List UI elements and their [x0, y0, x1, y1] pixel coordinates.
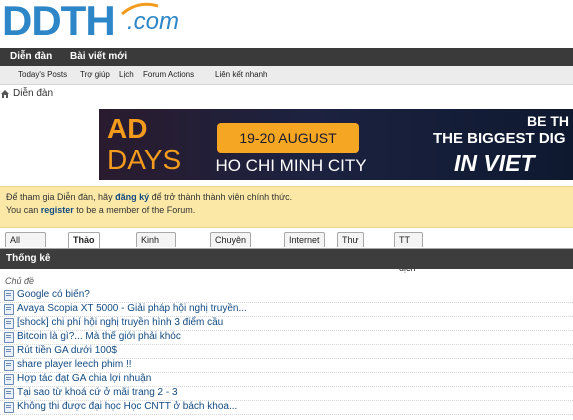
banner-line2: THE BIGGEST DIG — [433, 130, 566, 147]
thread-title[interactable]: Rút tiền GA dưới 100$ — [17, 344, 117, 358]
thread-title[interactable]: Tại sao từ khoá cứ ở mãi trang 2 - 3 — [17, 386, 178, 400]
subnav-todays-posts[interactable]: Today's Posts — [18, 66, 67, 84]
list-item[interactable]: Hợp tác đạt GA chia lợi nhuận — [0, 372, 573, 387]
list-item[interactable]: Avaya Scopia XT 5000 - Giải pháp hội ngh… — [0, 302, 573, 317]
notice-text: You can — [6, 205, 41, 215]
banner-line3: IN VIET — [454, 150, 535, 176]
thread-icon — [4, 402, 14, 413]
thread-title[interactable]: Hợp tác đạt GA chia lợi nhuận — [17, 372, 151, 386]
site-logo[interactable]: DDTH .com — [2, 0, 202, 44]
nav-forums[interactable]: Diễn đàn — [10, 48, 52, 66]
thread-title[interactable]: share player leech phim !! — [17, 358, 132, 372]
thread-icon — [4, 304, 14, 315]
home-icon[interactable] — [0, 89, 10, 99]
subnav-forum-actions[interactable]: Forum Actions — [143, 66, 194, 84]
banner-days-text: DAYS — [107, 144, 182, 175]
tab-internet[interactable]: Internet — [284, 232, 325, 247]
thread-title[interactable]: Avaya Scopia XT 5000 - Giải pháp hội ngh… — [17, 302, 247, 316]
tab-kinh-nghiem[interactable]: Kinh nghiệm — [136, 232, 176, 259]
register-link-vi[interactable]: đăng ký — [115, 192, 149, 202]
subnav-calendar[interactable]: Lịch — [119, 66, 134, 84]
notice-line-en: You can register to be a member of the F… — [6, 205, 195, 215]
register-link-en[interactable]: register — [41, 205, 74, 215]
subnav-help[interactable]: Trợ giúp — [80, 66, 110, 84]
tab-tt-giao-dich[interactable]: TT Giao dịch — [394, 232, 423, 273]
thread-title[interactable]: Google có biến? — [17, 288, 90, 302]
thread-icon — [4, 374, 14, 385]
list-item[interactable]: Google có biến? — [0, 288, 573, 303]
thread-icon — [4, 388, 14, 399]
ad-banner[interactable]: AD DAYS 19-20 AUGUST HO CHI MINH CITY BE… — [99, 109, 573, 180]
tab-thao-luan[interactable]: Thảo luận — [68, 232, 100, 259]
thread-icon — [4, 346, 14, 357]
main-nav: Diễn đàn Bài viết mới — [0, 48, 573, 66]
register-notice: Để tham gia Diễn đàn, hãy đăng ký để trở… — [0, 186, 573, 228]
list-item[interactable]: Không thi được đại học Học CNTT ở bách k… — [0, 400, 573, 415]
thread-title[interactable]: Không thi được đại học Học CNTT ở bách k… — [17, 400, 237, 414]
list-item[interactable]: Bitcoin là gì?... Mà thế giới phải khóc — [0, 330, 573, 345]
thread-icon — [4, 290, 14, 301]
thread-icon — [4, 360, 14, 371]
subnav-quick-links[interactable]: Liên kết nhanh — [215, 66, 268, 84]
list-item[interactable]: Tại sao từ khoá cứ ở mãi trang 2 - 3 — [0, 386, 573, 401]
breadcrumb-forums[interactable]: Diễn đàn — [13, 86, 53, 102]
thread-icon — [4, 318, 14, 329]
thread-title[interactable]: [shock] chi phí hội nghị truyền hình 3 đ… — [17, 316, 223, 330]
notice-text: to be a member of the Forum. — [73, 205, 196, 215]
notice-line-vi: Để tham gia Diễn đàn, hãy đăng ký để trở… — [6, 192, 292, 202]
logo-text: DDTH — [2, 0, 116, 44]
sub-nav: Today's Posts Trợ giúp Lịch Forum Action… — [0, 66, 573, 85]
nav-new-posts[interactable]: Bài viết mới — [70, 48, 127, 66]
tab-chuyen-mon[interactable]: Chuyên môn — [210, 232, 252, 259]
tab-all-forums[interactable]: All Forums — [5, 232, 46, 259]
logo-suffix: .com — [127, 8, 180, 35]
column-header-topic: Chủ đề — [5, 276, 35, 286]
stats-header: Thống kê — [0, 249, 573, 269]
banner-city: HO CHI MINH CITY — [215, 156, 367, 175]
banner-ad-text: AD — [107, 113, 148, 144]
thread-icon — [4, 332, 14, 343]
list-item[interactable]: share player leech phim !! — [0, 358, 573, 373]
thread-title[interactable]: Bitcoin là gì?... Mà thế giới phải khóc — [17, 330, 181, 344]
notice-text: để trở thành thành viên chính thức. — [149, 192, 293, 202]
list-item[interactable]: Rút tiền GA dưới 100$ — [0, 344, 573, 359]
notice-text: Để tham gia Diễn đàn, hãy — [6, 192, 116, 202]
stats-title: Thống kê — [6, 253, 51, 264]
banner-line1: BE TH — [527, 113, 569, 129]
tab-thu-gian[interactable]: Thư giãn — [337, 232, 365, 259]
list-item[interactable]: [shock] chi phí hội nghị truyền hình 3 đ… — [0, 316, 573, 331]
banner-date: 19-20 AUGUST — [217, 123, 359, 153]
